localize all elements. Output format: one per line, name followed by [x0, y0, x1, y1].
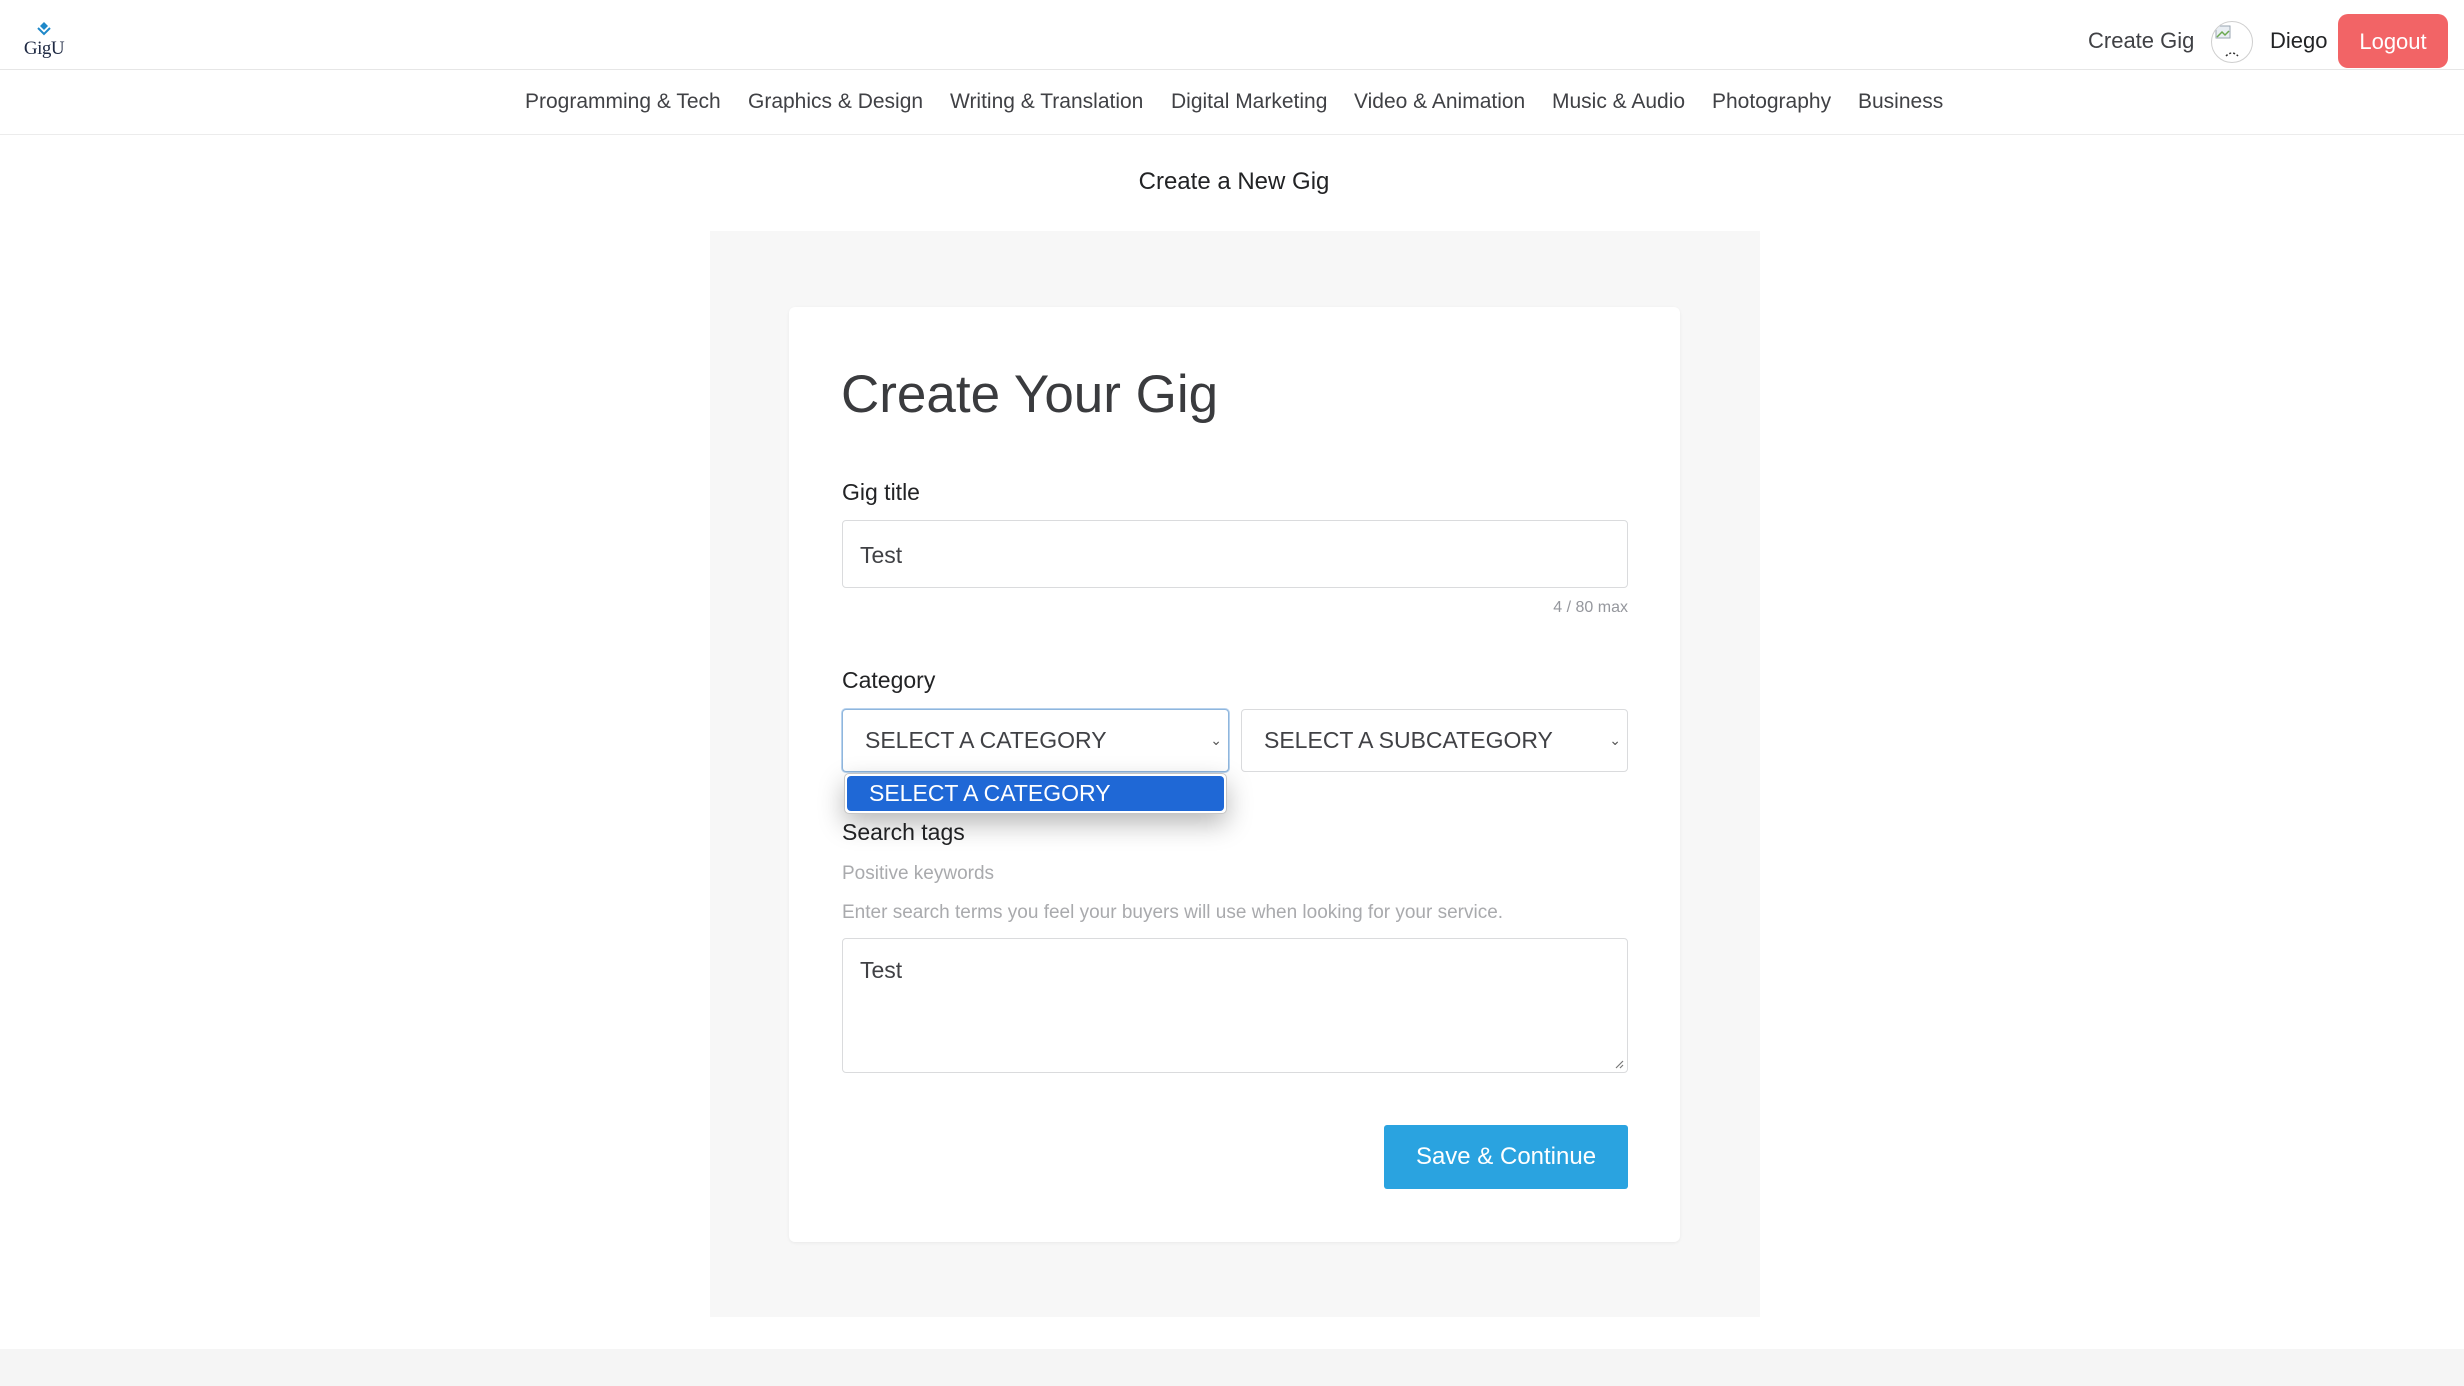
logo[interactable]: GigU: [22, 20, 66, 62]
page-heading: Create a New Gig: [1138, 168, 1330, 195]
form-title: Create Your Gig: [841, 365, 1219, 424]
gig-title-label: Gig title: [842, 479, 920, 505]
top-header: GigU Create Gig Diego Logout: [0, 0, 2464, 70]
gigu-logo-mark-icon: [37, 22, 51, 36]
create-gig-link[interactable]: Create Gig: [2088, 28, 2194, 54]
search-tags-textarea[interactable]: Test: [842, 938, 1628, 1073]
category-nav-writing-translation[interactable]: Writing & Translation: [950, 90, 1143, 114]
category-nav-video-animation[interactable]: Video & Animation: [1354, 90, 1525, 114]
search-tags-value: Test: [860, 957, 903, 983]
avatar[interactable]: [2211, 21, 2253, 63]
category-nav-digital-marketing[interactable]: Digital Marketing: [1171, 90, 1327, 114]
category-label: Category: [842, 667, 936, 693]
search-tags-hint: Enter search terms you feel your buyers …: [842, 902, 1504, 923]
broken-image-icon: [2215, 25, 2239, 57]
logo-text: GigU: [23, 38, 65, 59]
category-select-value: SELECT A CATEGORY: [865, 727, 1107, 753]
category-select[interactable]: SELECT A CATEGORY ⌄: [842, 709, 1229, 772]
chevron-down-icon: ⌄: [1210, 732, 1222, 748]
subcategory-select-value: SELECT A SUBCATEGORY: [1264, 727, 1553, 753]
chevron-down-icon: ⌄: [1609, 732, 1621, 748]
category-nav-photography[interactable]: Photography: [1712, 90, 1831, 114]
subcategory-select[interactable]: SELECT A SUBCATEGORY ⌄: [1241, 709, 1628, 772]
category-dropdown-list: SELECT A CATEGORY: [844, 773, 1227, 814]
search-tags-sublabel: Positive keywords: [842, 863, 995, 884]
gig-title-counter: 4 / 80 max: [1553, 599, 1628, 616]
category-nav-music-audio[interactable]: Music & Audio: [1552, 90, 1685, 114]
resize-handle-icon[interactable]: [1614, 1059, 1624, 1069]
gig-title-input[interactable]: Test: [842, 520, 1628, 588]
category-nav-programming-tech[interactable]: Programming & Tech: [525, 90, 721, 114]
category-nav: Programming & Tech Graphics & Design Wri…: [0, 70, 2464, 135]
category-option-select[interactable]: SELECT A CATEGORY: [847, 776, 1224, 811]
category-nav-business[interactable]: Business: [1858, 90, 1943, 114]
category-nav-graphics-design[interactable]: Graphics & Design: [748, 90, 923, 114]
search-tags-label: Search tags: [842, 819, 965, 845]
save-continue-button[interactable]: Save & Continue: [1384, 1125, 1628, 1189]
username-label[interactable]: Diego: [2270, 28, 2327, 54]
footer: [0, 1349, 2464, 1386]
logout-button[interactable]: Logout: [2338, 14, 2448, 68]
